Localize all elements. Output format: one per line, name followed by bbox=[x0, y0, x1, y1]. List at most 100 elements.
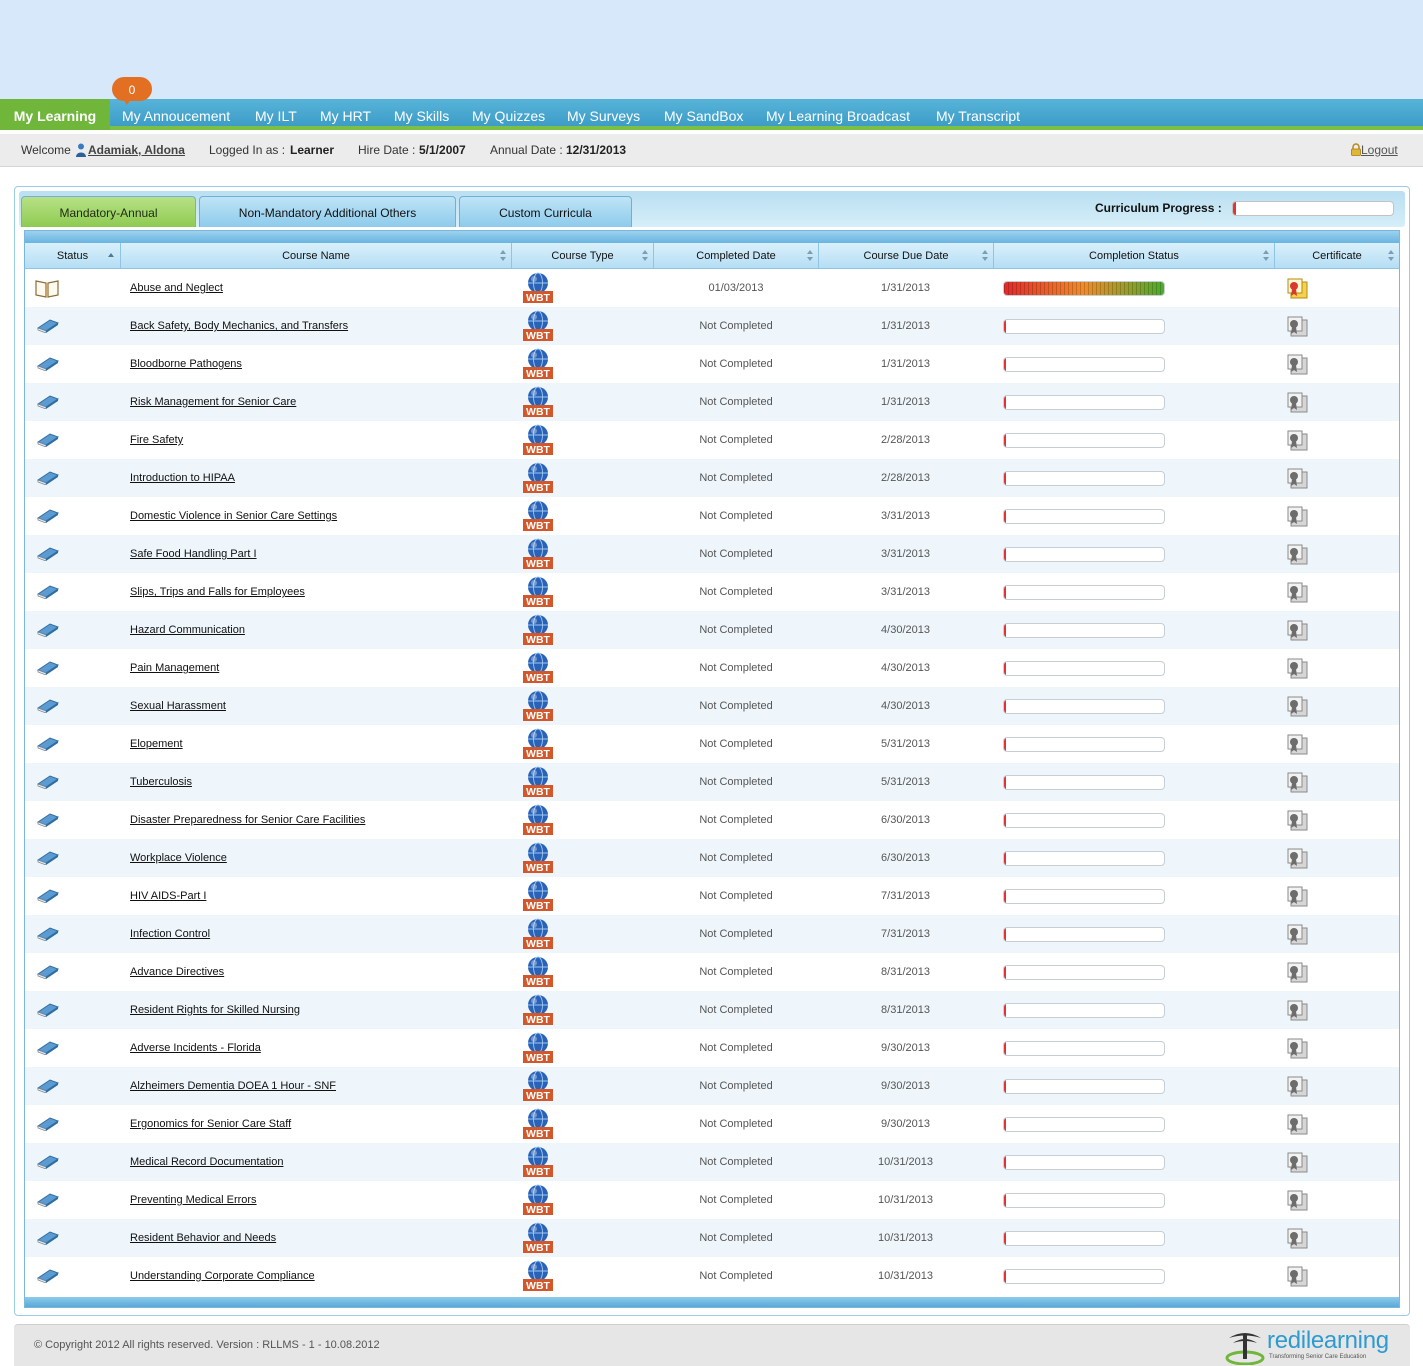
course-name-link[interactable]: Alzheimers Dementia DOEA 1 Hour - SNF bbox=[130, 1080, 336, 1092]
course-name-link[interactable]: Advance Directives bbox=[130, 966, 224, 978]
course-type-cell: WBT bbox=[512, 763, 653, 801]
copyright-text: © Copyright 2012 All rights reserved. Ve… bbox=[34, 1339, 380, 1351]
closed-book-icon[interactable] bbox=[36, 737, 60, 751]
col-certificate[interactable]: Certificate bbox=[1275, 243, 1399, 269]
completion-progress-bar bbox=[1003, 1193, 1165, 1208]
closed-book-icon[interactable] bbox=[36, 813, 60, 827]
closed-book-icon[interactable] bbox=[36, 1003, 60, 1017]
closed-book-icon[interactable] bbox=[36, 319, 60, 333]
course-name-link[interactable]: Safe Food Handling Part I bbox=[130, 548, 257, 560]
course-name-link[interactable]: Elopement bbox=[130, 738, 183, 750]
completion-progress-bar bbox=[1003, 1231, 1165, 1246]
nav-my-learning-broadcast[interactable]: My Learning Broadcast bbox=[766, 99, 910, 130]
course-name-link[interactable]: Back Safety, Body Mechanics, and Transfe… bbox=[130, 320, 348, 332]
course-name-link[interactable]: Understanding Corporate Compliance bbox=[130, 1270, 315, 1282]
course-name-link[interactable]: Infection Control bbox=[130, 928, 210, 940]
closed-book-icon[interactable] bbox=[36, 623, 60, 637]
course-name-link[interactable]: Slips, Trips and Falls for Employees bbox=[130, 586, 305, 598]
user-name-link[interactable]: Adamiak, Aldona bbox=[88, 143, 185, 157]
col-status[interactable]: Status bbox=[25, 243, 121, 269]
user-link[interactable]: Adamiak, Aldona bbox=[76, 134, 185, 167]
nav-my-hrt[interactable]: My HRT bbox=[320, 99, 371, 130]
course-name-link[interactable]: Sexual Harassment bbox=[130, 700, 226, 712]
closed-book-icon[interactable] bbox=[36, 1079, 60, 1093]
certificate-cell bbox=[1275, 839, 1399, 877]
course-name-link[interactable]: Medical Record Documentation bbox=[130, 1156, 283, 1168]
course-name-link[interactable]: Adverse Incidents - Florida bbox=[130, 1042, 261, 1054]
nav-my-skills[interactable]: My Skills bbox=[394, 99, 449, 130]
closed-book-icon[interactable] bbox=[36, 509, 60, 523]
course-name-link[interactable]: Ergonomics for Senior Care Staff bbox=[130, 1118, 291, 1130]
completion-status-cell bbox=[1003, 725, 1283, 763]
nav-my-quizzes[interactable]: My Quizzes bbox=[472, 99, 545, 130]
course-name-link[interactable]: Disaster Preparedness for Senior Care Fa… bbox=[130, 814, 365, 826]
course-name-link[interactable]: Risk Management for Senior Care bbox=[130, 396, 296, 408]
closed-book-icon[interactable] bbox=[36, 1231, 60, 1245]
closed-book-icon[interactable] bbox=[36, 775, 60, 789]
completion-status-cell bbox=[1003, 991, 1283, 1029]
closed-book-icon[interactable] bbox=[36, 471, 60, 485]
closed-book-icon[interactable] bbox=[36, 547, 60, 561]
closed-book-icon[interactable] bbox=[36, 1041, 60, 1055]
closed-book-icon[interactable] bbox=[36, 1155, 60, 1169]
closed-book-icon[interactable] bbox=[36, 851, 60, 865]
closed-book-icon[interactable] bbox=[36, 1117, 60, 1131]
closed-book-icon[interactable] bbox=[36, 661, 60, 675]
tab-mandatory-annual[interactable]: Mandatory-Annual bbox=[21, 196, 196, 227]
wbt-globe-icon: WBT bbox=[523, 842, 553, 874]
closed-book-icon[interactable] bbox=[36, 889, 60, 903]
closed-book-icon[interactable] bbox=[36, 1269, 60, 1283]
course-type-cell: WBT bbox=[512, 801, 653, 839]
closed-book-icon[interactable] bbox=[36, 927, 60, 941]
closed-book-icon[interactable] bbox=[36, 357, 60, 371]
course-name-link[interactable]: Workplace Violence bbox=[130, 852, 227, 864]
logout-link[interactable]: Logout bbox=[1351, 134, 1398, 167]
course-name-link[interactable]: HIV AIDS-Part I bbox=[130, 890, 206, 902]
course-row: Alzheimers Dementia DOEA 1 Hour - SNF WBT… bbox=[25, 1067, 1399, 1105]
closed-book-icon[interactable] bbox=[36, 699, 60, 713]
course-name-link[interactable]: Hazard Communication bbox=[130, 624, 245, 636]
col-completed-date[interactable]: Completed Date bbox=[654, 243, 819, 269]
wbt-badge: WBT bbox=[526, 862, 550, 874]
course-name-link[interactable]: Tuberculosis bbox=[130, 776, 192, 788]
tab-non-mandatory[interactable]: Non-Mandatory Additional Others bbox=[199, 196, 456, 227]
closed-book-icon[interactable] bbox=[36, 585, 60, 599]
status-cell bbox=[25, 915, 120, 953]
closed-book-icon[interactable] bbox=[36, 433, 60, 447]
course-name-link[interactable]: Bloodborne Pathogens bbox=[130, 358, 242, 370]
course-name-link[interactable]: Fire Safety bbox=[130, 434, 183, 446]
course-name-link[interactable]: Abuse and Neglect bbox=[130, 282, 223, 294]
course-name-link[interactable]: Preventing Medical Errors bbox=[130, 1194, 257, 1206]
course-name-link[interactable]: Introduction to HIPAA bbox=[130, 472, 235, 484]
nav-my-learning[interactable]: My Learning bbox=[0, 99, 110, 130]
due-date: 6/30/2013 bbox=[881, 852, 930, 864]
tab-custom-curricula[interactable]: Custom Curricula bbox=[459, 196, 632, 227]
course-name-link[interactable]: Domestic Violence in Senior Care Setting… bbox=[130, 510, 337, 522]
completion-progress-fill bbox=[1004, 1156, 1006, 1169]
col-completion-status[interactable]: Completion Status bbox=[994, 243, 1275, 269]
course-name-link[interactable]: Pain Management bbox=[130, 662, 219, 674]
col-due-date[interactable]: Course Due Date bbox=[819, 243, 994, 269]
open-book-icon[interactable] bbox=[35, 278, 59, 298]
col-course-name[interactable]: Course Name bbox=[121, 243, 512, 269]
completion-progress-fill bbox=[1004, 966, 1006, 979]
course-name-link[interactable]: Resident Rights for Skilled Nursing bbox=[130, 1004, 300, 1016]
wbt-globe-icon: WBT bbox=[523, 614, 553, 646]
certificate-available-icon[interactable] bbox=[1286, 277, 1308, 299]
nav-my-sandbox[interactable]: My SandBox bbox=[664, 99, 743, 130]
closed-book-icon[interactable] bbox=[36, 395, 60, 409]
nav-my-ilt[interactable]: My ILT bbox=[255, 99, 297, 130]
logout-label[interactable]: Logout bbox=[1361, 143, 1398, 157]
completed-date: Not Completed bbox=[699, 700, 773, 712]
status-cell bbox=[25, 269, 120, 307]
closed-book-icon[interactable] bbox=[36, 965, 60, 979]
wbt-globe-icon: WBT bbox=[523, 1108, 553, 1140]
status-cell bbox=[25, 1105, 120, 1143]
announcement-count-badge[interactable]: 0 bbox=[112, 77, 152, 105]
closed-book-icon[interactable] bbox=[36, 1193, 60, 1207]
nav-my-surveys[interactable]: My Surveys bbox=[567, 99, 640, 130]
col-course-type[interactable]: Course Type bbox=[512, 243, 654, 269]
nav-my-transcript[interactable]: My Transcript bbox=[936, 99, 1020, 130]
course-name-link[interactable]: Resident Behavior and Needs bbox=[130, 1232, 276, 1244]
certificate-cell bbox=[1275, 1105, 1399, 1143]
